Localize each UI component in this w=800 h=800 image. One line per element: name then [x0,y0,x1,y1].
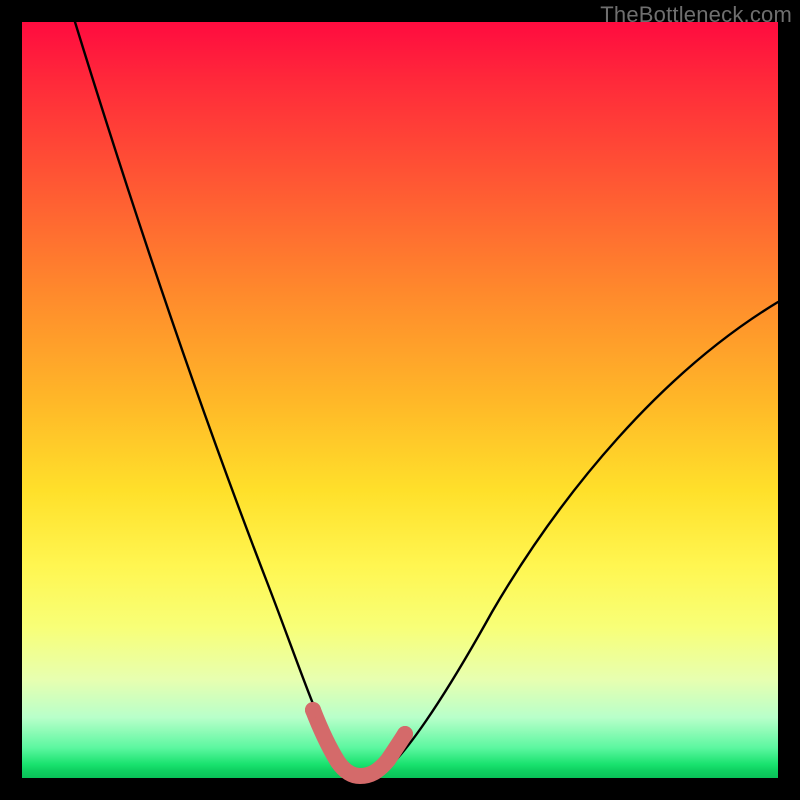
marker-dot-left [305,702,321,718]
marker-dot-right [397,726,413,742]
optimal-range-marker [313,710,405,776]
chart-frame: TheBottleneck.com [0,0,800,800]
watermark-text: TheBottleneck.com [600,2,792,28]
plot-area [22,22,778,778]
bottleneck-curve [75,22,778,776]
bottleneck-curve-svg [22,22,778,778]
